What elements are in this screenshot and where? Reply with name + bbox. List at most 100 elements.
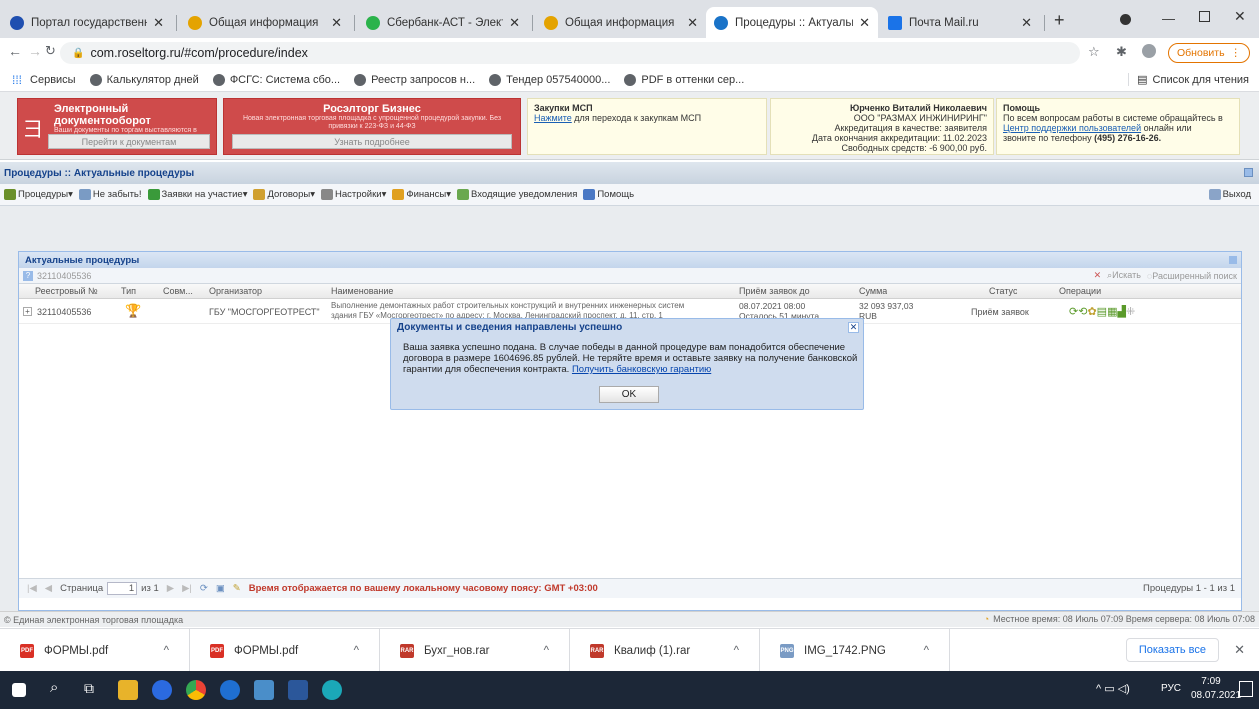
first-page-icon[interactable]: |◀ — [27, 583, 37, 594]
col-sum[interactable]: Сумма — [859, 286, 887, 296]
close-icon[interactable]: ✕ — [859, 15, 870, 31]
menu-incoming-notifications[interactable]: Входящие уведомления — [457, 189, 577, 200]
col-name[interactable]: Наименование — [331, 286, 393, 296]
close-icon[interactable]: ✕ — [153, 15, 164, 31]
tab-general-info-2[interactable]: Общая информация ✕ — [536, 7, 706, 38]
ie-icon[interactable] — [220, 680, 240, 700]
download-item[interactable]: RAR Квалиф (1).rar ^ — [570, 629, 760, 672]
bookmark-item[interactable]: PDF в оттенки сер... — [624, 73, 744, 86]
extensions-icon[interactable]: ✱ — [1116, 44, 1127, 60]
expand-icon[interactable]: + — [23, 307, 32, 316]
exit-button[interactable]: Выход — [1208, 189, 1251, 200]
op-more-icon[interactable]: ⁜ — [1126, 305, 1135, 318]
advanced-search-button[interactable]: ◌Расширенный поиск — [1147, 271, 1237, 281]
close-icon[interactable]: ✕ — [509, 15, 520, 31]
tab-procedures-active[interactable]: Процедуры :: Актуальные✕ — [706, 7, 878, 38]
download-item[interactable]: PNG IMG_1742.PNG ^ — [760, 629, 950, 672]
panel-collapse-icon[interactable] — [1229, 256, 1237, 264]
menu-applications[interactable]: Заявки на участие ▾ — [147, 189, 247, 200]
col-joint[interactable]: Совм... — [163, 286, 193, 296]
ok-button[interactable]: OK — [599, 386, 659, 403]
menu-dont-forget[interactable]: Не забыть! — [78, 189, 142, 200]
search-icon[interactable]: ⌕ — [50, 679, 58, 696]
page-input[interactable]: 1 — [107, 582, 138, 595]
collapse-icon[interactable] — [1244, 168, 1253, 177]
app-icon[interactable] — [254, 680, 274, 700]
word-icon[interactable] — [288, 680, 308, 700]
support-link[interactable]: Центр поддержки пользователей — [1003, 123, 1141, 133]
close-icon[interactable]: ✕ — [331, 15, 342, 31]
window-close-icon[interactable]: ✕ — [1234, 8, 1246, 25]
go-to-documents-button[interactable]: Перейти к документам — [48, 134, 210, 149]
learn-more-button[interactable]: Узнать подробнее — [232, 134, 512, 149]
tray-icons[interactable]: ^ ▭ ◁) — [1096, 682, 1130, 695]
close-icon[interactable]: ✕ — [1021, 15, 1032, 31]
reload-icon[interactable]: ↻ — [45, 43, 56, 59]
bank-guarantee-link[interactable]: Получить банковскую гарантию — [572, 364, 711, 375]
update-button[interactable]: Обновить ⋮ — [1168, 43, 1251, 63]
op-favorite-icon[interactable]: ✿ — [1087, 305, 1096, 318]
task-view-icon[interactable]: ⧉ — [84, 680, 94, 697]
apps-grid-icon[interactable]: ⁞⁞⁞ — [12, 73, 22, 87]
maximize-icon[interactable] — [1199, 11, 1210, 22]
menu-help[interactable]: Помощь — [583, 189, 634, 200]
col-operations[interactable]: Операции — [1059, 286, 1101, 296]
col-deadline[interactable]: Приём заявок до — [739, 286, 810, 296]
last-page-icon[interactable]: ▶| — [182, 583, 192, 594]
tab-general-info-1[interactable]: Общая информация ✕ — [180, 7, 350, 38]
next-page-icon[interactable]: ▶ — [167, 583, 174, 594]
url-bar[interactable]: 🔒 com.roseltorg.ru/#com/procedure/index — [60, 42, 1080, 64]
tab-gosportal[interactable]: Портал государственных у✕ — [2, 7, 172, 38]
col-registry-number[interactable]: Реестровый № — [35, 286, 98, 296]
refresh-icon[interactable]: ⟳ — [200, 583, 208, 594]
prev-page-icon[interactable]: ◀ — [45, 583, 52, 594]
clear-icon[interactable]: ✕ — [1094, 270, 1102, 281]
edit-icon[interactable]: ✎ — [233, 583, 241, 594]
edge-icon[interactable] — [322, 680, 342, 700]
chevron-up-icon[interactable]: ^ — [164, 645, 169, 657]
save-icon[interactable]: ▣ — [216, 583, 225, 594]
bookmark-item[interactable]: Сервисы — [30, 74, 76, 86]
bookmark-item[interactable]: Реестр запросов н... — [354, 73, 475, 86]
show-all-button[interactable]: Показать все — [1125, 638, 1219, 662]
tab-sberbank-ast[interactable]: Сбербанк-АСТ - Электрон✕ — [358, 7, 528, 38]
menu-settings[interactable]: Настройки ▾ — [320, 189, 386, 200]
clock[interactable]: 7:09 08.07.2021 — [1191, 675, 1241, 703]
op-apply-icon[interactable]: ⟲ — [1078, 305, 1087, 318]
back-icon[interactable]: ← — [8, 43, 22, 59]
avatar[interactable] — [1142, 44, 1156, 58]
bookmark-item[interactable]: Калькулятор дней — [89, 73, 199, 86]
notification-icon[interactable] — [1239, 681, 1253, 697]
search-button[interactable]: ⌕Искать — [1107, 270, 1141, 281]
bookmark-item[interactable]: ФСГС: Система сбо... — [212, 73, 340, 86]
download-item[interactable]: RAR Бухг_нов.rar ^ — [380, 629, 570, 672]
chevron-up-icon[interactable]: ^ — [924, 645, 929, 657]
dialog-close-icon[interactable]: ✕ — [848, 322, 859, 333]
language-indicator[interactable]: РУС — [1161, 683, 1181, 694]
download-item[interactable]: PDF ФОРМЫ.pdf ^ — [0, 629, 190, 672]
profile-dot-icon[interactable] — [1120, 14, 1131, 25]
star-icon[interactable]: ☆ — [1088, 44, 1100, 60]
forward-icon[interactable]: → — [28, 43, 42, 59]
windows-start-icon[interactable] — [12, 683, 26, 697]
col-type[interactable]: Тип — [121, 286, 136, 296]
close-downloads-icon[interactable]: ✕ — [1234, 642, 1245, 658]
op-stats-icon[interactable]: ▟ — [1117, 305, 1125, 318]
tab-mail-ru[interactable]: Почта Mail.ru ✕ — [880, 7, 1040, 38]
app-icon[interactable] — [152, 680, 172, 700]
download-item[interactable]: PDF ФОРМЫ.pdf ^ — [190, 629, 380, 672]
msp-link[interactable]: Нажмите — [534, 113, 572, 123]
minimize-icon[interactable]: — — [1162, 11, 1175, 26]
chevron-up-icon[interactable]: ^ — [734, 645, 739, 657]
col-status[interactable]: Статус — [989, 286, 1017, 296]
chrome-icon[interactable] — [186, 680, 206, 700]
new-tab-button[interactable]: + — [1054, 10, 1065, 31]
menu-procedures[interactable]: Процедуры ▾ — [4, 189, 73, 200]
file-explorer-icon[interactable] — [118, 680, 138, 700]
chevron-up-icon[interactable]: ^ — [354, 645, 359, 657]
menu-contracts[interactable]: Договоры ▾ — [253, 189, 315, 200]
op-docs-icon[interactable]: ▤ — [1097, 305, 1107, 318]
chevron-up-icon[interactable]: ^ — [544, 645, 549, 657]
op-list-icon[interactable]: ▦ — [1107, 305, 1117, 318]
search-input[interactable]: 32110405536 — [37, 271, 91, 281]
